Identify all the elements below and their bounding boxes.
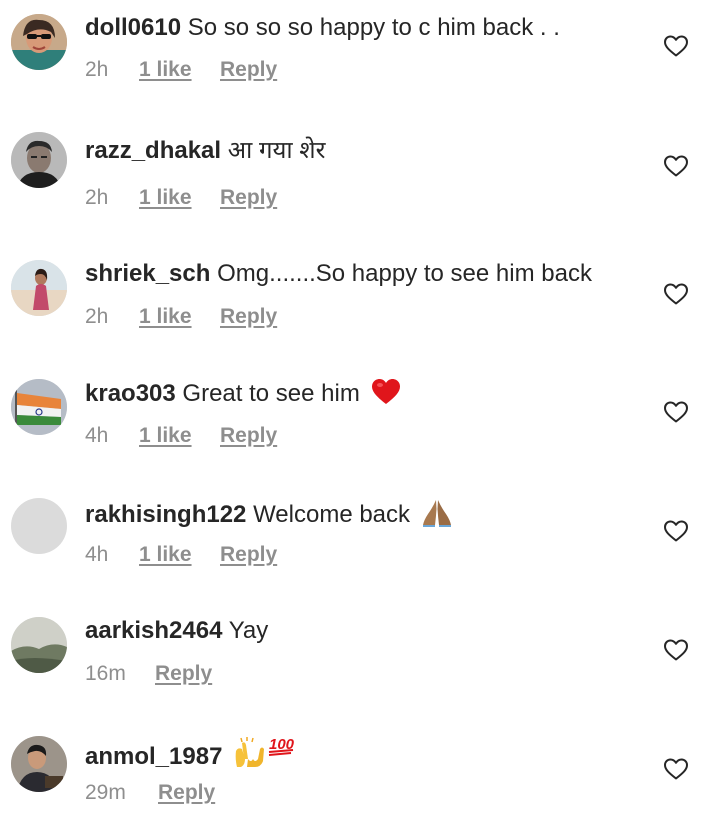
reply-button[interactable]: Reply [220, 185, 277, 211]
raising-hands-and-hundred-points-emoji: 100 [235, 736, 295, 767]
comment-username[interactable]: doll0610 [85, 14, 181, 41]
red-heart-emoji [371, 379, 400, 404]
reply-button[interactable]: Reply [220, 542, 277, 568]
comment-time: 29m [85, 781, 126, 804]
comment-item: rakhisingh122 Welcome back 4h 1 like Reply [0, 476, 725, 594]
user-avatar[interactable] [11, 617, 67, 673]
comment-meta: 2h 1 like Reply [85, 304, 277, 330]
comment-username[interactable]: rakhisingh122 [85, 501, 246, 528]
comment-meta: 16m Reply [85, 661, 212, 687]
folded-hands-emoji [422, 500, 451, 527]
comment-line: shriek_sch Omg.......So happy to see him… [85, 259, 592, 289]
comment-item: shriek_sch Omg.......So happy to see him… [0, 238, 725, 356]
comment-line: krao303 Great to see him [85, 378, 401, 409]
reply-button[interactable]: Reply [220, 423, 277, 449]
user-avatar[interactable] [11, 379, 67, 435]
reply-button[interactable]: Reply [158, 780, 215, 806]
comment-username[interactable]: aarkish2464 [85, 617, 222, 644]
heart-outline-icon[interactable] [663, 400, 689, 424]
comment-text: So so so so happy to c him back . . [187, 14, 560, 41]
comment-text: Omg.......So happy to see him back [217, 260, 592, 287]
comment-item: doll0610 So so so so happy to c him back… [0, 0, 725, 118]
comment-likes[interactable]: 1 like [139, 57, 220, 83]
user-avatar[interactable] [11, 736, 67, 792]
comment-username[interactable]: krao303 [85, 380, 176, 407]
comment-item: krao303 Great to see him 4h 1 like Reply [0, 357, 725, 475]
reply-button[interactable]: Reply [155, 661, 212, 687]
comment-likes[interactable]: 1 like [139, 542, 220, 568]
comment-text: Yay [228, 617, 269, 644]
comment-item: aarkish2464 Yay 16m Reply [0, 595, 725, 713]
heart-outline-icon[interactable] [663, 282, 689, 306]
comment-time: 2h [85, 186, 109, 209]
reply-button[interactable]: Reply [220, 304, 277, 330]
comment-likes[interactable]: 1 like [139, 304, 220, 330]
comment-item: anmol_1987 100 29m Reply [0, 714, 725, 820]
comment-username[interactable]: shriek_sch [85, 260, 210, 287]
comment-likes[interactable]: 1 like [139, 185, 220, 211]
comment-likes[interactable]: 1 like [139, 423, 220, 449]
comment-line: anmol_1987 100 [85, 735, 297, 772]
comment-time: 2h [85, 305, 109, 328]
comment-time: 4h [85, 424, 109, 447]
comment-meta: 2h 1 like Reply [85, 57, 277, 83]
user-avatar[interactable] [11, 260, 67, 316]
comment-username[interactable]: razz_dhakal [85, 137, 221, 164]
comment-time: 16m [85, 662, 126, 685]
heart-outline-icon[interactable] [663, 638, 689, 662]
comment-line: razz_dhakal आ गया शेर [85, 136, 325, 166]
comment-line: rakhisingh122 Welcome back [85, 497, 453, 530]
reply-button[interactable]: Reply [220, 57, 277, 83]
user-avatar[interactable] [11, 14, 67, 70]
comment-text: Welcome back [253, 501, 411, 528]
comment-meta: 4h 1 like Reply [85, 423, 277, 449]
comment-time: 4h [85, 543, 109, 566]
comment-line: aarkish2464 Yay [85, 616, 268, 646]
heart-outline-icon[interactable] [663, 154, 689, 178]
comment-line: doll0610 So so so so happy to c him back… [85, 13, 560, 43]
comment-meta: 4h 1 like Reply [85, 542, 277, 568]
comment-username[interactable]: anmol_1987 [85, 743, 222, 770]
heart-outline-icon[interactable] [663, 519, 689, 543]
comment-meta: 29m Reply [85, 780, 215, 806]
comment-text: Great to see him [182, 380, 360, 407]
user-avatar[interactable] [11, 132, 67, 188]
user-avatar[interactable] [11, 498, 67, 554]
heart-outline-icon[interactable] [663, 34, 689, 58]
heart-outline-icon[interactable] [663, 757, 689, 781]
comment-text: आ गया शेर [227, 137, 326, 164]
comment-item: razz_dhakal आ गया शेर 2h 1 like Reply [0, 119, 725, 237]
comment-time: 2h [85, 58, 109, 81]
comment-meta: 2h 1 like Reply [85, 185, 277, 211]
